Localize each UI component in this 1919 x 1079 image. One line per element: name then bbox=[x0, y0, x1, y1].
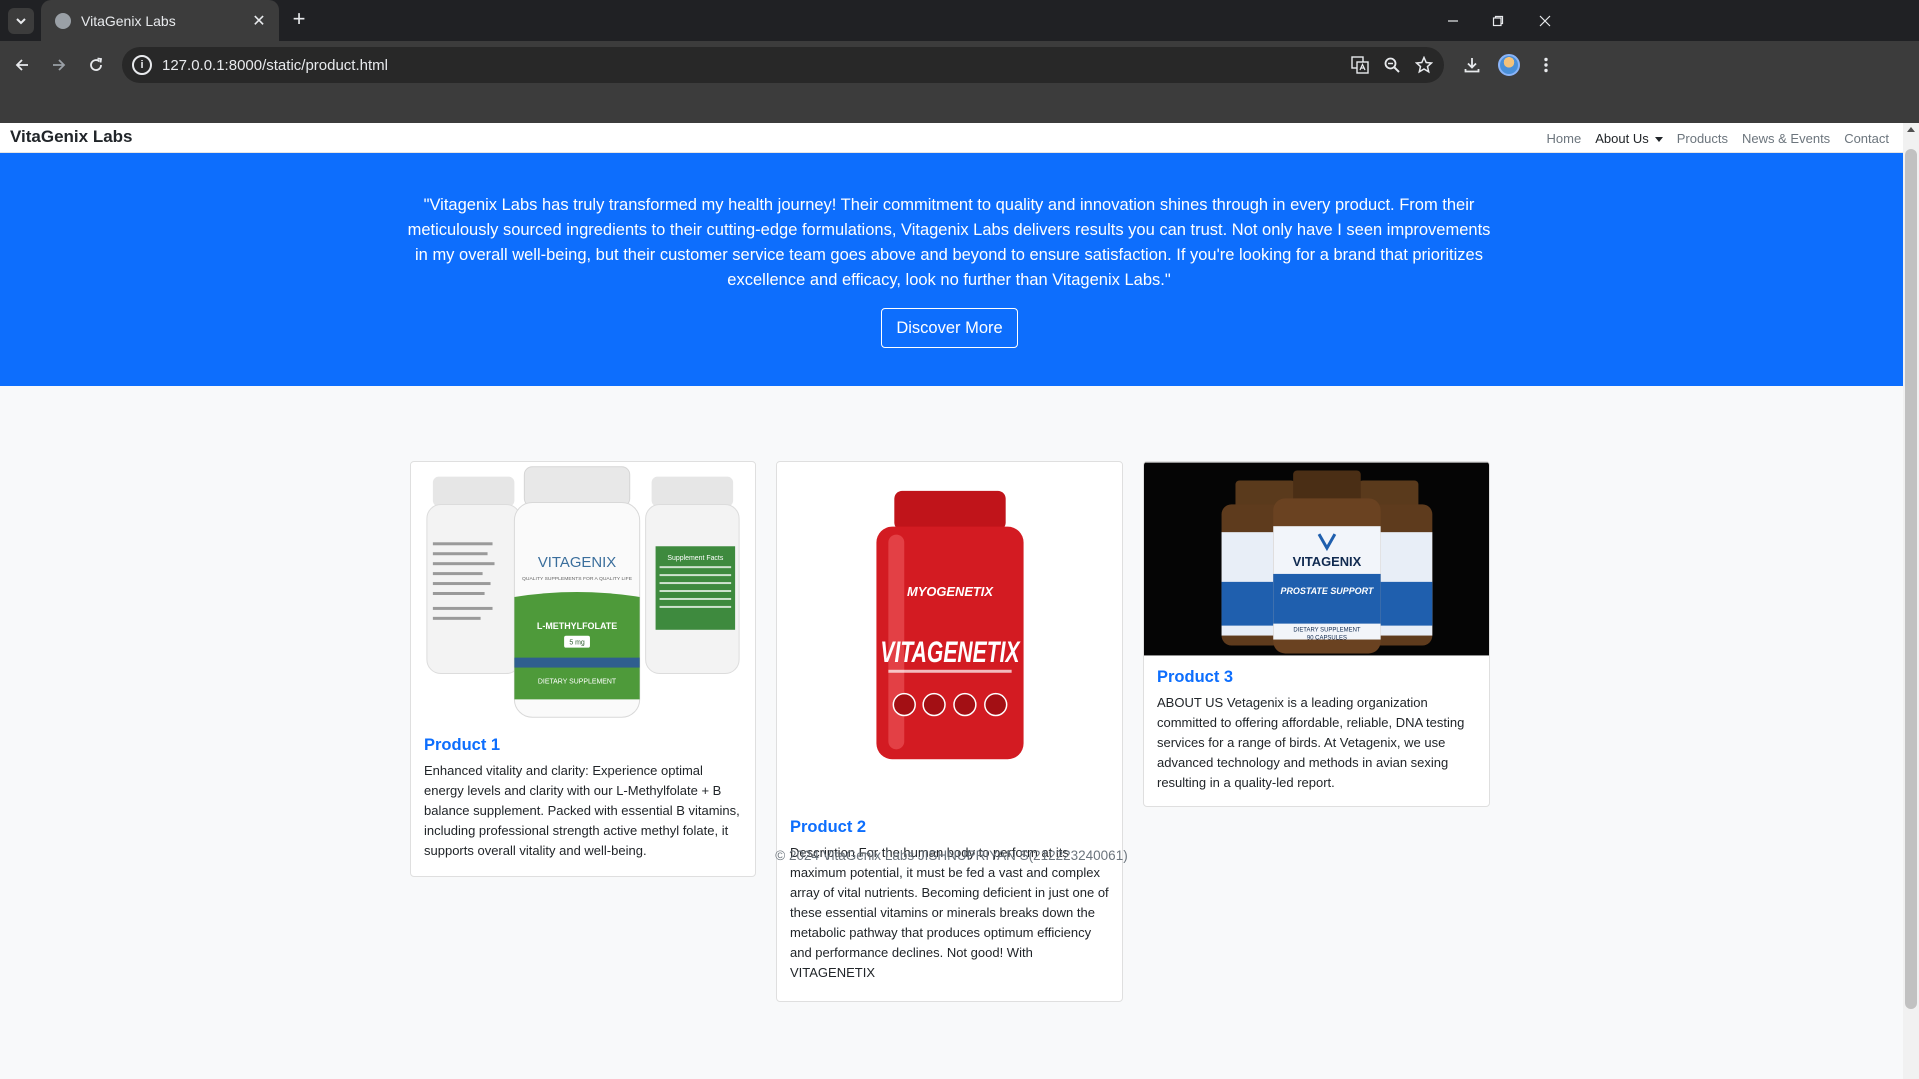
product-1-label-name: L-METHYLFOLATE bbox=[537, 621, 617, 631]
nav-contact[interactable]: Contact bbox=[1844, 131, 1889, 146]
url-text[interactable]: 127.0.0.1:8000/static/product.html bbox=[162, 57, 1344, 74]
page-viewport: VitaGenix Labs Home About Us Products Ne… bbox=[0, 123, 1903, 1079]
forward-arrow-icon bbox=[53, 59, 66, 71]
browser-tab-strip: VitaGenix Labs ✕ + bbox=[0, 0, 1919, 41]
product-3-label-brand: VITAGENIX bbox=[1293, 554, 1362, 569]
product-card-3: VITAGENIX PROSTATE SUPPORT DIETARY SUPPL… bbox=[1143, 461, 1490, 807]
address-bar[interactable]: i 127.0.0.1:8000/static/product.html bbox=[122, 47, 1444, 83]
menu-button[interactable] bbox=[1530, 49, 1562, 81]
close-icon bbox=[1539, 15, 1551, 26]
nav-about-label: About Us bbox=[1595, 130, 1649, 146]
product-1-image: Supplement Facts VITAGENIX QUALITY SUPPL… bbox=[411, 462, 755, 724]
tab-title: VitaGenix Labs bbox=[81, 12, 176, 29]
discover-more-button[interactable]: Discover More bbox=[881, 308, 1018, 348]
testimonial-quote: "Vitagenix Labs has truly transformed my… bbox=[407, 196, 1491, 289]
minimize-icon bbox=[1448, 19, 1458, 22]
globe-icon bbox=[55, 12, 71, 29]
nav-links: Home About Us Products News & Events Con… bbox=[1533, 123, 1889, 153]
new-tab-button[interactable]: + bbox=[288, 8, 310, 31]
scroll-up-arrow-icon[interactable] bbox=[1907, 127, 1915, 132]
product-card-1: Supplement Facts VITAGENIX QUALITY SUPPL… bbox=[410, 461, 756, 877]
forward-button[interactable] bbox=[43, 49, 75, 81]
nav-news-events[interactable]: News & Events bbox=[1742, 131, 1830, 146]
site-info-icon[interactable]: i bbox=[132, 55, 152, 75]
reload-button[interactable] bbox=[80, 49, 112, 81]
product-2-image: MYOGENETIX VITAGENETIX bbox=[777, 462, 1122, 802]
product-1-label-type: DIETARY SUPPLEMENT bbox=[538, 678, 617, 685]
downloads-button[interactable] bbox=[1456, 49, 1488, 81]
testimonial-hero: "Vitagenix Labs has truly transformed my… bbox=[0, 153, 1903, 386]
browser-tab[interactable]: VitaGenix Labs ✕ bbox=[41, 0, 279, 41]
product-card-2: MYOGENETIX VITAGENETIX Product 2 Descrip… bbox=[776, 461, 1123, 1002]
more-vertical-icon bbox=[1544, 57, 1548, 73]
product-2-label-top: MYOGENETIX bbox=[907, 584, 994, 599]
tab-search-button[interactable] bbox=[8, 8, 34, 34]
product-1-label-facts: Supplement Facts bbox=[667, 555, 723, 562]
product-1-label-tagline: QUALITY SUPPLEMENTS FOR A QUALITY LIFE bbox=[522, 576, 633, 582]
bookmarks-bar bbox=[0, 88, 1919, 123]
browser-toolbar: i 127.0.0.1:8000/static/product.html bbox=[0, 41, 1919, 88]
nav-home[interactable]: Home bbox=[1547, 131, 1582, 146]
site-brand[interactable]: VitaGenix Labs bbox=[10, 127, 133, 147]
product-1-label-dose: 5 mg bbox=[569, 640, 585, 647]
bookmark-star-icon[interactable] bbox=[1408, 49, 1440, 81]
product-2-title[interactable]: Product 2 bbox=[790, 818, 866, 837]
product-2-label-brand: VITAGENETIX bbox=[880, 636, 1021, 669]
product-3-image: VITAGENIX PROSTATE SUPPORT DIETARY SUPPL… bbox=[1144, 462, 1489, 656]
translate-icon[interactable] bbox=[1344, 49, 1376, 81]
scrollbar-thumb[interactable] bbox=[1905, 149, 1917, 1009]
product-3-description: ABOUT US Vetagenix is a leading organiza… bbox=[1157, 695, 1465, 790]
avatar bbox=[1498, 54, 1520, 76]
back-button[interactable] bbox=[6, 49, 38, 81]
download-icon bbox=[1464, 58, 1480, 73]
product-1-description: Enhanced vitality and clarity: Experienc… bbox=[424, 763, 740, 858]
product-2-description: Description For the human body to perfor… bbox=[790, 845, 1109, 980]
close-window-button[interactable] bbox=[1522, 0, 1568, 41]
profile-button[interactable] bbox=[1493, 49, 1525, 81]
reload-icon bbox=[90, 57, 103, 71]
product-3-label-type: DIETARY SUPPLEMENT bbox=[1293, 628, 1361, 634]
caret-down-icon bbox=[1654, 136, 1663, 142]
nav-products[interactable]: Products bbox=[1677, 131, 1728, 146]
restore-icon bbox=[1492, 15, 1504, 26]
product-1-title[interactable]: Product 1 bbox=[424, 736, 500, 755]
chevron-down-icon bbox=[16, 18, 26, 25]
site-navbar: VitaGenix Labs Home About Us Products Ne… bbox=[0, 123, 1903, 153]
product-3-label-count: 90 CAPSULES bbox=[1307, 636, 1347, 642]
site-footer: © 2024 VitaGenix Labs JISHNUPRIYAN S(212… bbox=[775, 848, 1128, 863]
back-arrow-icon bbox=[15, 59, 28, 71]
restore-button[interactable] bbox=[1475, 0, 1521, 41]
nav-about-dropdown[interactable]: About Us bbox=[1595, 130, 1663, 146]
product-3-label-name: PROSTATE SUPPORT bbox=[1281, 586, 1375, 596]
minimize-button[interactable] bbox=[1430, 0, 1476, 41]
close-tab-icon[interactable]: ✕ bbox=[249, 11, 269, 31]
zoom-icon[interactable] bbox=[1376, 49, 1408, 81]
product-3-title[interactable]: Product 3 bbox=[1157, 668, 1233, 687]
page-scrollbar[interactable] bbox=[1903, 123, 1919, 1079]
product-1-label-brand: VITAGENIX bbox=[538, 555, 616, 571]
